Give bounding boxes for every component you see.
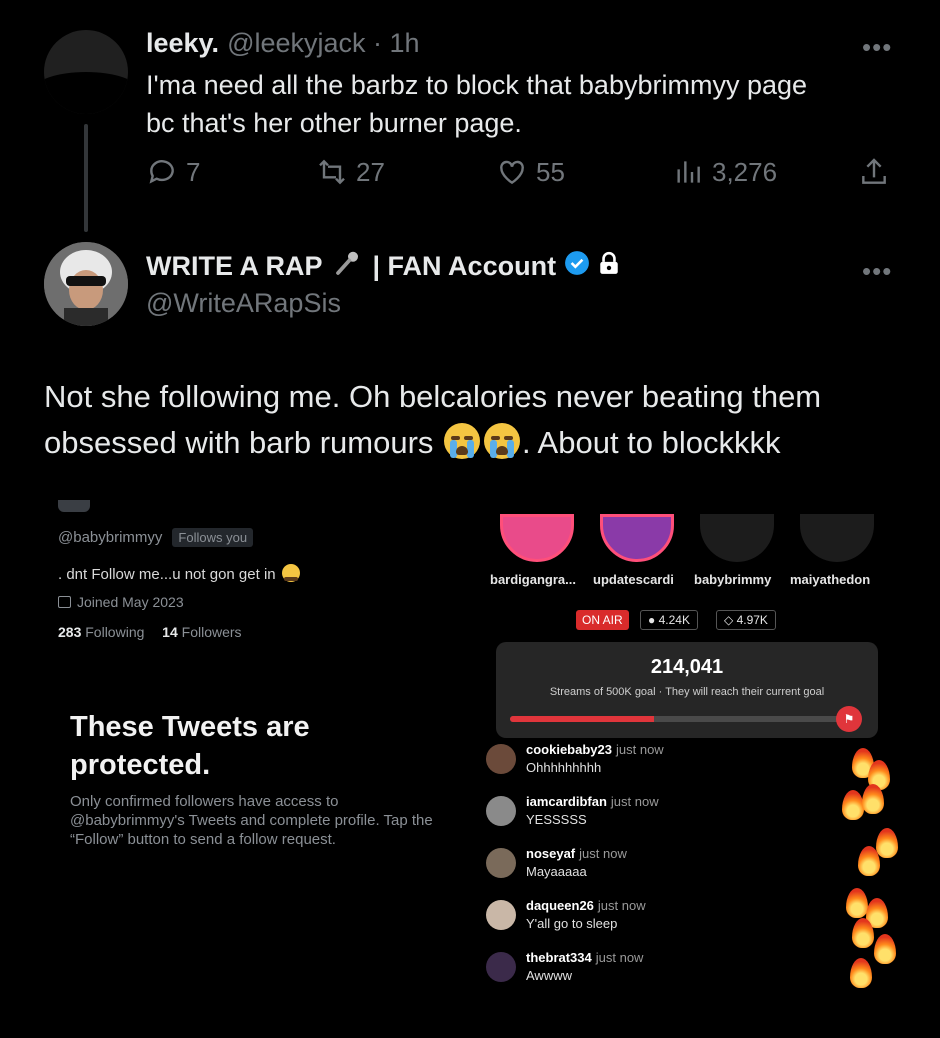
protected-description: Only confirmed followers have access to … — [70, 793, 433, 848]
viewer-count: ● 4.24K — [640, 610, 698, 630]
follows-you-badge: Follows you — [172, 528, 254, 547]
goal-description: Streams of 500K goal · They will reach t… — [549, 686, 825, 698]
avatar — [486, 952, 516, 982]
like-button[interactable]: 55 — [496, 152, 565, 192]
goal-progress-bar — [510, 716, 846, 722]
more-options-icon[interactable]: ••• — [862, 256, 892, 287]
person-icon: ● — [648, 613, 656, 627]
story-label: bardigangra... — [490, 572, 576, 587]
tweet-header: leeky. @leekyjack · 1h — [146, 28, 420, 59]
protected-title: These Tweets are protected. — [70, 711, 310, 781]
avatar — [486, 900, 516, 930]
avatar[interactable] — [44, 242, 128, 326]
calendar-icon — [58, 596, 71, 608]
list-item: thebrat334 just now Awwww — [486, 950, 643, 983]
more-options-icon[interactable]: ••• — [862, 32, 892, 63]
profile-banner-edge — [58, 500, 90, 512]
tweet-text: Not she following me. Oh belcalories nev… — [44, 379, 822, 460]
profile-handle-row: @babybrimmyy Follows you — [58, 528, 254, 547]
share-button[interactable] — [858, 152, 890, 192]
thread-connector — [84, 124, 88, 232]
display-name[interactable]: WRITE A RAP | FAN Account — [146, 248, 620, 285]
story-label: babybrimmy — [694, 572, 772, 587]
handle[interactable]: @WriteARapSis — [146, 288, 341, 319]
story-label: maiyathedon — [790, 572, 871, 587]
verified-badge-icon — [564, 250, 590, 283]
list-item: cookiebaby23 just now Ohhhhhhhhh — [486, 742, 664, 775]
reply-button[interactable]: 7 — [146, 152, 200, 192]
lock-icon — [598, 251, 620, 282]
handle-and-time[interactable]: @leekyjack · 1h — [227, 28, 419, 58]
loudly-crying-emoji-icon — [484, 423, 521, 459]
follow-stats: 283 Following 14 Followers — [58, 624, 242, 640]
story-label: updatescardi — [593, 572, 674, 587]
list-item: daqueen26 just now Y'all go to sleep — [486, 898, 646, 931]
reply-icon — [149, 160, 174, 184]
diamond-count: ◇ 4.97K — [716, 610, 776, 630]
share-icon — [862, 158, 886, 184]
avatar — [486, 796, 516, 826]
display-name[interactable]: leeky. — [146, 28, 219, 58]
avatar — [486, 848, 516, 878]
joined-date: Joined May 2023 — [58, 594, 184, 610]
laughing-emoji-icon — [281, 564, 300, 582]
loudly-crying-emoji-icon — [444, 423, 481, 459]
finish-flag-icon: ⚑ — [836, 706, 862, 732]
analytics-icon — [677, 161, 700, 183]
heart-icon — [500, 160, 524, 185]
microphone-icon — [333, 248, 363, 285]
on-air-badge: ON AIR — [576, 610, 629, 630]
retweet-icon — [319, 159, 345, 185]
diamond-icon: ◇ — [724, 613, 734, 627]
avatar — [486, 744, 516, 774]
avatar[interactable] — [44, 30, 128, 114]
tweet-text: I'ma need all the barbz to block that ba… — [146, 70, 808, 138]
views-button[interactable]: 3,276 — [672, 152, 777, 192]
goal-number: 214,041 — [650, 656, 724, 678]
profile-bio: . dnt Follow me...u not gon get in — [58, 564, 302, 583]
list-item: noseyaf just now Mayaaaaa — [486, 846, 627, 879]
retweet-button[interactable]: 27 — [316, 152, 385, 192]
list-item: iamcardibfan just now YESSSSS — [486, 794, 659, 827]
goal-progress-fill — [510, 716, 655, 722]
